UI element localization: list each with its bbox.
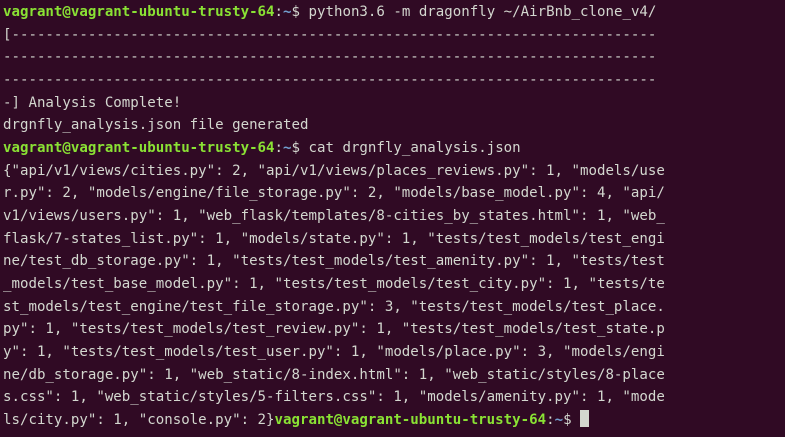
prompt-user-host: vagrant@vagrant-ubuntu-trusty-64 bbox=[3, 139, 275, 156]
progress-line: ----------------------------------------… bbox=[3, 71, 657, 88]
prompt-user-host: vagrant@vagrant-ubuntu-trusty-64 bbox=[274, 411, 547, 428]
json-output-line: s.css": 1, "web_static/styles/5-filters.… bbox=[3, 389, 665, 406]
prompt-path: ~ bbox=[554, 411, 564, 428]
prompt-path: ~ bbox=[283, 139, 292, 156]
terminal-window[interactable]: vagrant@vagrant-ubuntu-trusty-64:~$ pyth… bbox=[0, 0, 785, 437]
json-output-line: y": 1, "tests/test_models/test_user.py":… bbox=[3, 343, 665, 360]
prompt-symbol: $ bbox=[291, 4, 309, 20]
command-text: python3.6 -m dragonfly ~/AirBnb_clone_v4… bbox=[308, 4, 657, 20]
json-output-line: r.py": 2, "models/engine/file_storage.py… bbox=[3, 185, 665, 202]
json-output-line: ne/db_storage.py": 1, "web_static/8-inde… bbox=[3, 366, 665, 383]
final-line: ls/city.py": 1, "console.py": 2}vagrant@… bbox=[3, 409, 665, 432]
generated-message: drgnfly_analysis.json file generated bbox=[3, 117, 309, 134]
prompt-user-host: vagrant@vagrant-ubuntu-trusty-64 bbox=[3, 4, 275, 20]
json-output-line: _models/test_base_model.py": 1, "tests/t… bbox=[3, 275, 665, 292]
prompt-separator: : bbox=[546, 411, 555, 428]
json-output-line: v1/views/users.py": 1, "web_flask/templa… bbox=[3, 207, 665, 224]
prompt-symbol: $ bbox=[291, 139, 309, 156]
cursor-block[interactable] bbox=[580, 409, 589, 427]
prompt-separator: : bbox=[274, 139, 284, 156]
command-text: cat drgnfly_analysis.json bbox=[308, 139, 521, 156]
prompt-path: ~ bbox=[283, 4, 292, 20]
json-output-end: ls/city.py": 1, "console.py": 2} bbox=[3, 411, 275, 428]
progress-line: [---------------------------------------… bbox=[3, 26, 657, 43]
json-output-line: flask/7-states_list.py": 1, "models/stat… bbox=[3, 230, 665, 247]
prompt-separator: : bbox=[274, 4, 284, 20]
prompt-line: vagrant@vagrant-ubuntu-trusty-64:~$ cat … bbox=[3, 137, 665, 160]
analysis-complete-line: -] Analysis Complete! bbox=[3, 94, 182, 111]
terminal-output: vagrant@vagrant-ubuntu-trusty-64:~$ pyth… bbox=[3, 1, 665, 431]
progress-line: ----------------------------------------… bbox=[3, 49, 657, 66]
json-output-line: ne/test_db_storage.py": 1, "tests/test_m… bbox=[3, 253, 665, 270]
json-output-line: py": 1, "tests/test_models/test_review.p… bbox=[3, 321, 665, 338]
prompt-line: vagrant@vagrant-ubuntu-trusty-64:~$ pyth… bbox=[3, 1, 665, 24]
prompt-symbol: $ bbox=[563, 411, 581, 428]
json-output-line: {"api/v1/views/cities.py": 2, "api/v1/vi… bbox=[3, 162, 665, 179]
json-output-line: st_models/test_engine/test_file_storage.… bbox=[3, 298, 665, 315]
